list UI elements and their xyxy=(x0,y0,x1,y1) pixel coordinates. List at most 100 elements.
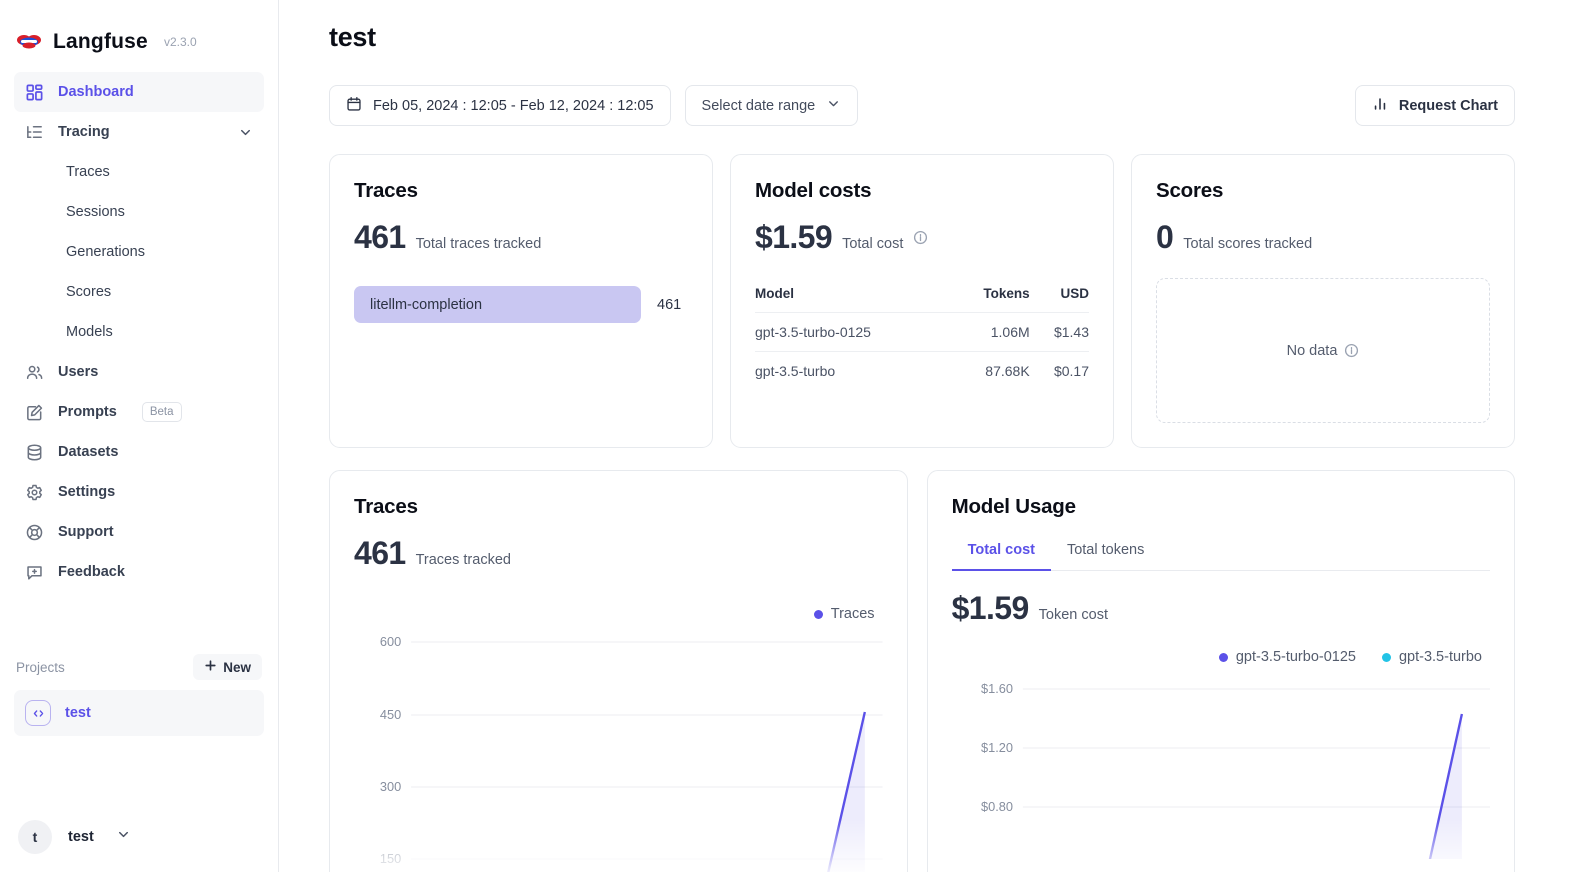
new-project-button[interactable]: New xyxy=(193,654,262,680)
plus-icon xyxy=(204,659,217,675)
sidebar-item-label: Dashboard xyxy=(58,84,134,100)
info-icon[interactable] xyxy=(913,230,928,245)
sidebar-item-traces[interactable]: Traces xyxy=(14,152,264,192)
sidebar-item-tracing[interactable]: Tracing xyxy=(14,112,264,152)
legend-dot-icon xyxy=(813,609,823,619)
langfuse-logo-icon xyxy=(16,29,42,55)
traces-bar[interactable]: litellm-completion xyxy=(354,286,641,323)
sidebar-item-label: Settings xyxy=(58,484,116,500)
date-range-button[interactable]: Feb 05, 2024 : 12:05 - Feb 12, 2024 : 12… xyxy=(329,85,671,126)
grid-icon xyxy=(25,83,44,102)
cell-model: gpt-3.5-turbo-0125 xyxy=(755,312,952,352)
sidebar-item-sessions[interactable]: Sessions xyxy=(14,192,264,232)
metric: 461 Traces tracked xyxy=(354,535,883,572)
table-row: gpt-3.5-turbo-0125 1.06M $1.43 xyxy=(755,312,1089,352)
legend-item[interactable]: Traces xyxy=(813,606,875,622)
legend-item[interactable]: gpt-3.5-turbo-0125 xyxy=(1218,649,1356,665)
card-title: Model costs xyxy=(755,179,872,202)
metric-label: Total scores tracked xyxy=(1183,236,1313,252)
legend-label: gpt-3.5-turbo-0125 xyxy=(1235,649,1356,665)
main-content: test Feb 05, 2024 : 12:05 - Feb 12, 2024… xyxy=(279,0,1571,872)
svg-text:$1.20: $1.20 xyxy=(981,740,1013,755)
user-menu[interactable]: t test xyxy=(0,820,278,872)
sidebar-item-label: Generations xyxy=(66,244,145,260)
empty-state-text: No data xyxy=(1286,342,1338,359)
charts-row: Traces 461 Traces tracked Traces 600 450… xyxy=(329,470,1515,872)
project-item-test[interactable]: test xyxy=(14,690,264,736)
sidebar-nav: Dashboard Tracing Traces Sessions Genera… xyxy=(0,62,278,592)
metric: $1.59 Token cost xyxy=(952,590,1490,627)
summary-cards-row: Traces 461 Total traces tracked litellm-… xyxy=(329,154,1515,448)
tab-total-cost[interactable]: Total cost xyxy=(951,542,1051,571)
sidebar-item-label: Feedback xyxy=(58,564,125,580)
sidebar-item-users[interactable]: Users xyxy=(14,352,264,392)
card-title: Traces xyxy=(354,179,418,202)
svg-text:300: 300 xyxy=(380,779,401,794)
chevron-down-icon xyxy=(826,96,841,115)
tab-total-tokens[interactable]: Total tokens xyxy=(1051,542,1160,571)
avatar: t xyxy=(18,820,52,854)
calendar-icon xyxy=(346,96,362,116)
svg-text:150: 150 xyxy=(380,851,401,866)
traces-chart-plot[interactable]: 600 450 300 150 xyxy=(354,632,883,872)
bar-chart-icon xyxy=(1372,96,1388,116)
card-title: Model Usage xyxy=(951,495,1076,518)
info-icon[interactable] xyxy=(1344,343,1359,358)
cell-usd: $0.17 xyxy=(1029,351,1089,390)
page-title: test xyxy=(329,22,376,52)
gear-icon xyxy=(25,483,44,502)
sidebar-item-support[interactable]: Support xyxy=(14,512,264,552)
sidebar-item-dashboard[interactable]: Dashboard xyxy=(14,72,264,112)
metric: 461 Total traces tracked xyxy=(354,219,688,256)
sidebar-item-label: Sessions xyxy=(66,204,125,220)
sidebar-item-feedback[interactable]: Feedback xyxy=(14,552,264,592)
scores-empty-state: No data xyxy=(1156,278,1490,423)
new-project-label: New xyxy=(223,659,251,675)
sidebar-item-label: Traces xyxy=(66,164,110,180)
beta-badge: Beta xyxy=(141,402,182,422)
model-costs-card: Model costs $1.59 Total cost Model Token… xyxy=(730,154,1114,448)
cell-model: gpt-3.5-turbo xyxy=(755,351,952,390)
metric-value: 0 xyxy=(1156,219,1174,255)
chevron-down-icon[interactable] xyxy=(116,827,131,847)
sidebar-item-generations[interactable]: Generations xyxy=(14,232,264,272)
brand-name: Langfuse xyxy=(53,30,148,53)
sidebar-item-models[interactable]: Models xyxy=(14,312,264,352)
select-date-range-dropdown[interactable]: Select date range xyxy=(684,85,859,126)
select-date-range-label: Select date range xyxy=(701,97,816,114)
metric-label: Token cost xyxy=(1038,607,1108,623)
sidebar-item-scores[interactable]: Scores xyxy=(14,272,264,312)
request-chart-button[interactable]: Request Chart xyxy=(1354,85,1515,126)
message-plus-icon xyxy=(25,563,44,582)
sidebar-item-label: Scores xyxy=(66,284,112,300)
legend-label: gpt-3.5-turbo xyxy=(1398,649,1482,665)
list-tree-icon xyxy=(25,123,44,142)
legend-dot-icon xyxy=(1381,652,1391,662)
sidebar-item-label: Prompts xyxy=(58,404,117,420)
database-icon xyxy=(25,443,44,462)
card-title: Scores xyxy=(1156,179,1224,202)
model-usage-plot[interactable]: $1.60 $1.20 $0.80 xyxy=(952,679,1490,859)
sidebar-item-prompts[interactable]: Prompts Beta xyxy=(14,392,264,432)
traces-bar-row: litellm-completion 461 xyxy=(354,286,688,323)
sidebar: Langfuse v2.3.0 Dashboard Tracing Traces… xyxy=(0,0,279,872)
sidebar-item-label: Datasets xyxy=(58,444,119,460)
sidebar-item-datasets[interactable]: Datasets xyxy=(14,432,264,472)
projects-label: Projects xyxy=(16,659,65,675)
cell-tokens: 1.06M xyxy=(951,312,1030,352)
traces-summary-card: Traces 461 Total traces tracked litellm-… xyxy=(329,154,713,448)
brand-version: v2.3.0 xyxy=(163,35,197,49)
date-range-value: Feb 05, 2024 : 12:05 - Feb 12, 2024 : 12… xyxy=(373,97,654,114)
metric-value: 461 xyxy=(354,535,406,571)
app-root: Langfuse v2.3.0 Dashboard Tracing Traces… xyxy=(0,0,1571,872)
traces-chart-legend: Traces xyxy=(354,606,883,622)
sidebar-item-settings[interactable]: Settings xyxy=(14,472,264,512)
legend-item[interactable]: gpt-3.5-turbo xyxy=(1381,649,1482,665)
project-name: test xyxy=(65,705,91,721)
chevron-down-icon[interactable] xyxy=(238,125,253,140)
svg-text:600: 600 xyxy=(380,634,401,649)
metric-label: Total cost xyxy=(842,236,904,252)
scores-card: Scores 0 Total scores tracked No data xyxy=(1131,154,1515,448)
cell-tokens: 87.68K xyxy=(951,351,1030,390)
metric-label: Traces tracked xyxy=(415,552,511,568)
